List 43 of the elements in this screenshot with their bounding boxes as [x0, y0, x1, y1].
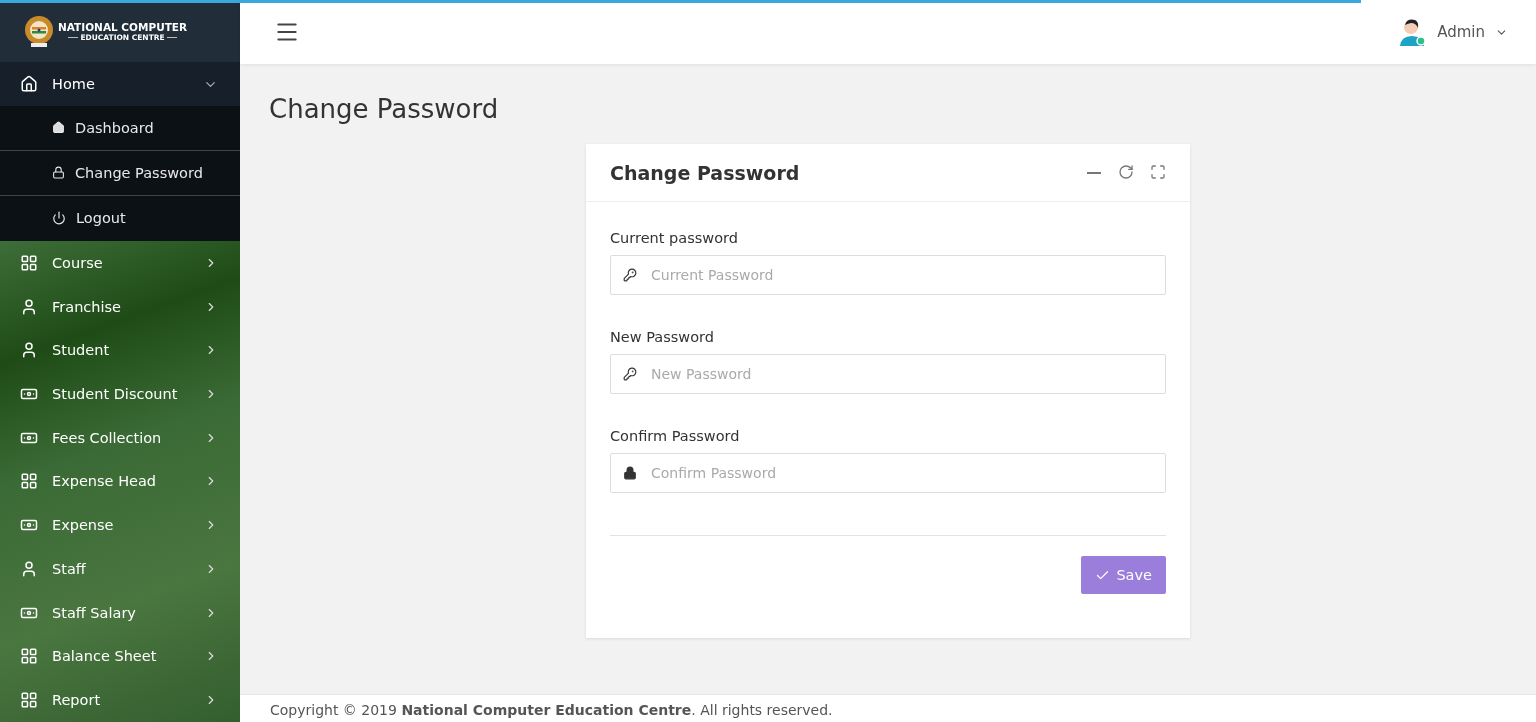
grid-icon: [20, 647, 38, 666]
sidebar-item[interactable]: Student: [0, 328, 240, 373]
lock-icon: [52, 166, 65, 180]
refresh-button[interactable]: [1118, 163, 1134, 182]
sidebar-item[interactable]: Balance Sheet: [0, 634, 240, 679]
grid-icon: [20, 253, 38, 272]
minimize-icon: [1087, 171, 1101, 174]
user-icon: [20, 297, 38, 316]
sidebar-item[interactable]: Staff Salary: [0, 590, 240, 635]
user-icon: [20, 341, 38, 360]
sidebar-item[interactable]: Course: [0, 240, 240, 285]
fullscreen-button[interactable]: [1150, 163, 1166, 182]
card-title: Change Password: [610, 161, 801, 184]
page-title: Change Password: [269, 94, 500, 124]
grid-icon: [20, 691, 38, 710]
user-menu-button[interactable]: Admin: [1391, 16, 1514, 48]
password-field[interactable]: Current Password: [610, 255, 1166, 295]
sidebar-item[interactable]: Expense Head: [0, 459, 240, 504]
lock-icon: [623, 466, 637, 480]
key-icon: [623, 367, 637, 381]
grid-icon: [20, 472, 38, 491]
copyright-text: Copyright © 2019 National Computer Education Centre. All rights reserved.: [270, 702, 833, 719]
password-field[interactable]: Confirm Password: [610, 453, 1166, 493]
user-icon: [20, 559, 38, 578]
sidebar-item[interactable]: Home: [0, 62, 240, 106]
brand-name: NATIONAL COMPUTER: [58, 20, 188, 33]
sidebar-item[interactable]: Expense: [0, 503, 240, 548]
logo-emblem: [22, 14, 56, 49]
sidebar-item[interactable]: Report: [0, 678, 240, 722]
field-label: Confirm Password: [610, 428, 741, 444]
sidebar-item[interactable]: Staff: [0, 547, 240, 591]
sidebar-item[interactable]: Student Discount: [0, 372, 240, 416]
field-label: New Password: [610, 329, 715, 345]
house-icon: [20, 75, 38, 94]
house-icon: [52, 121, 65, 135]
power-icon: [52, 211, 66, 226]
password-field[interactable]: New Password: [610, 354, 1166, 394]
avatar-icon: [1397, 17, 1428, 47]
submenu-item[interactable]: Logout: [0, 195, 240, 241]
key-icon: [623, 268, 637, 282]
field-label: Current password: [610, 230, 739, 246]
sidebar-item[interactable]: Franchise: [0, 284, 240, 329]
sidebar-item[interactable]: Fees Collection: [0, 415, 240, 460]
